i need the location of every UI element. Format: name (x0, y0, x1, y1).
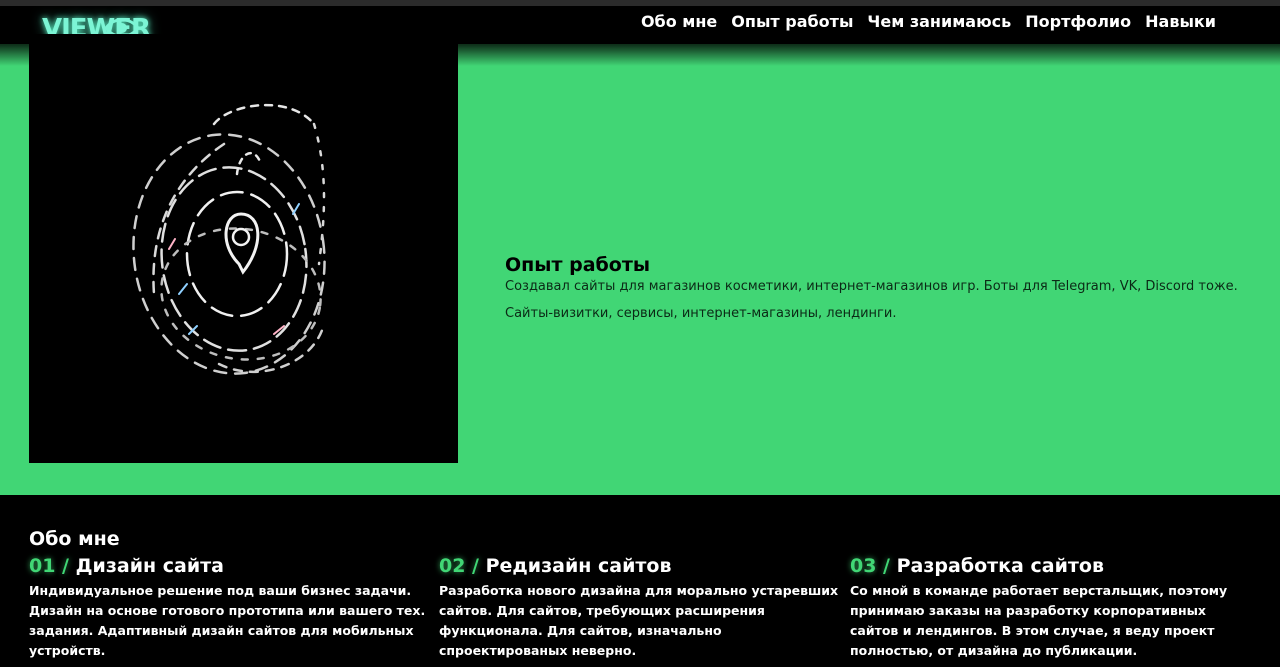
experience-title: Опыт работы (505, 254, 651, 276)
service-card-redesign: 02 / Редизайн сайтов Разработка нового д… (439, 555, 839, 661)
card-heading: 02 / Редизайн сайтов (439, 555, 839, 577)
about-section: Обо мне 01 / Дизайн сайта Индивидуальное… (0, 495, 1280, 667)
card-heading: 01 / Дизайн сайта (29, 555, 429, 577)
experience-text-1: Создавал сайты для магазинов косметики, … (505, 279, 1238, 294)
card-title: Дизайн сайта (75, 555, 225, 577)
card-number: 03 / (850, 555, 890, 577)
card-text: Со мной в команде работает верстальщик, … (850, 583, 1228, 658)
experience-text-2: Сайты-визитки, сервисы, интернет-магазин… (505, 306, 897, 321)
service-card-development: 03 / Разработка сайтов Со мной в команде… (850, 555, 1250, 661)
service-card-design: 01 / Дизайн сайта Индивидуальное решение… (29, 555, 429, 661)
nav-services[interactable]: Чем занимаюсь (867, 12, 1011, 31)
card-number: 01 / (29, 555, 69, 577)
nav-portfolio[interactable]: Портфолио (1025, 12, 1131, 31)
nav-skills[interactable]: Навыки (1145, 12, 1216, 31)
experience-block: Опыт работы Создавал сайты для магазинов… (505, 254, 1265, 323)
card-title: Редизайн сайтов (485, 555, 672, 577)
hero-image (29, 34, 458, 463)
card-heading: 03 / Разработка сайтов (850, 555, 1250, 577)
main-nav: Обо мне Опыт работы Чем занимаюсь Портфо… (641, 12, 1216, 31)
card-text: Разработка нового дизайна для морально у… (439, 583, 839, 658)
location-pin-spiral-icon (132, 103, 326, 375)
card-title: Разработка сайтов (896, 555, 1104, 577)
nav-about[interactable]: Обо мне (641, 12, 717, 31)
card-text: Индивидуальное решение под ваши бизнес з… (29, 583, 426, 658)
nav-experience[interactable]: Опыт работы (731, 12, 853, 31)
card-number: 02 / (439, 555, 479, 577)
browser-top-edge (0, 0, 1280, 6)
about-title: Обо мне (29, 528, 120, 550)
